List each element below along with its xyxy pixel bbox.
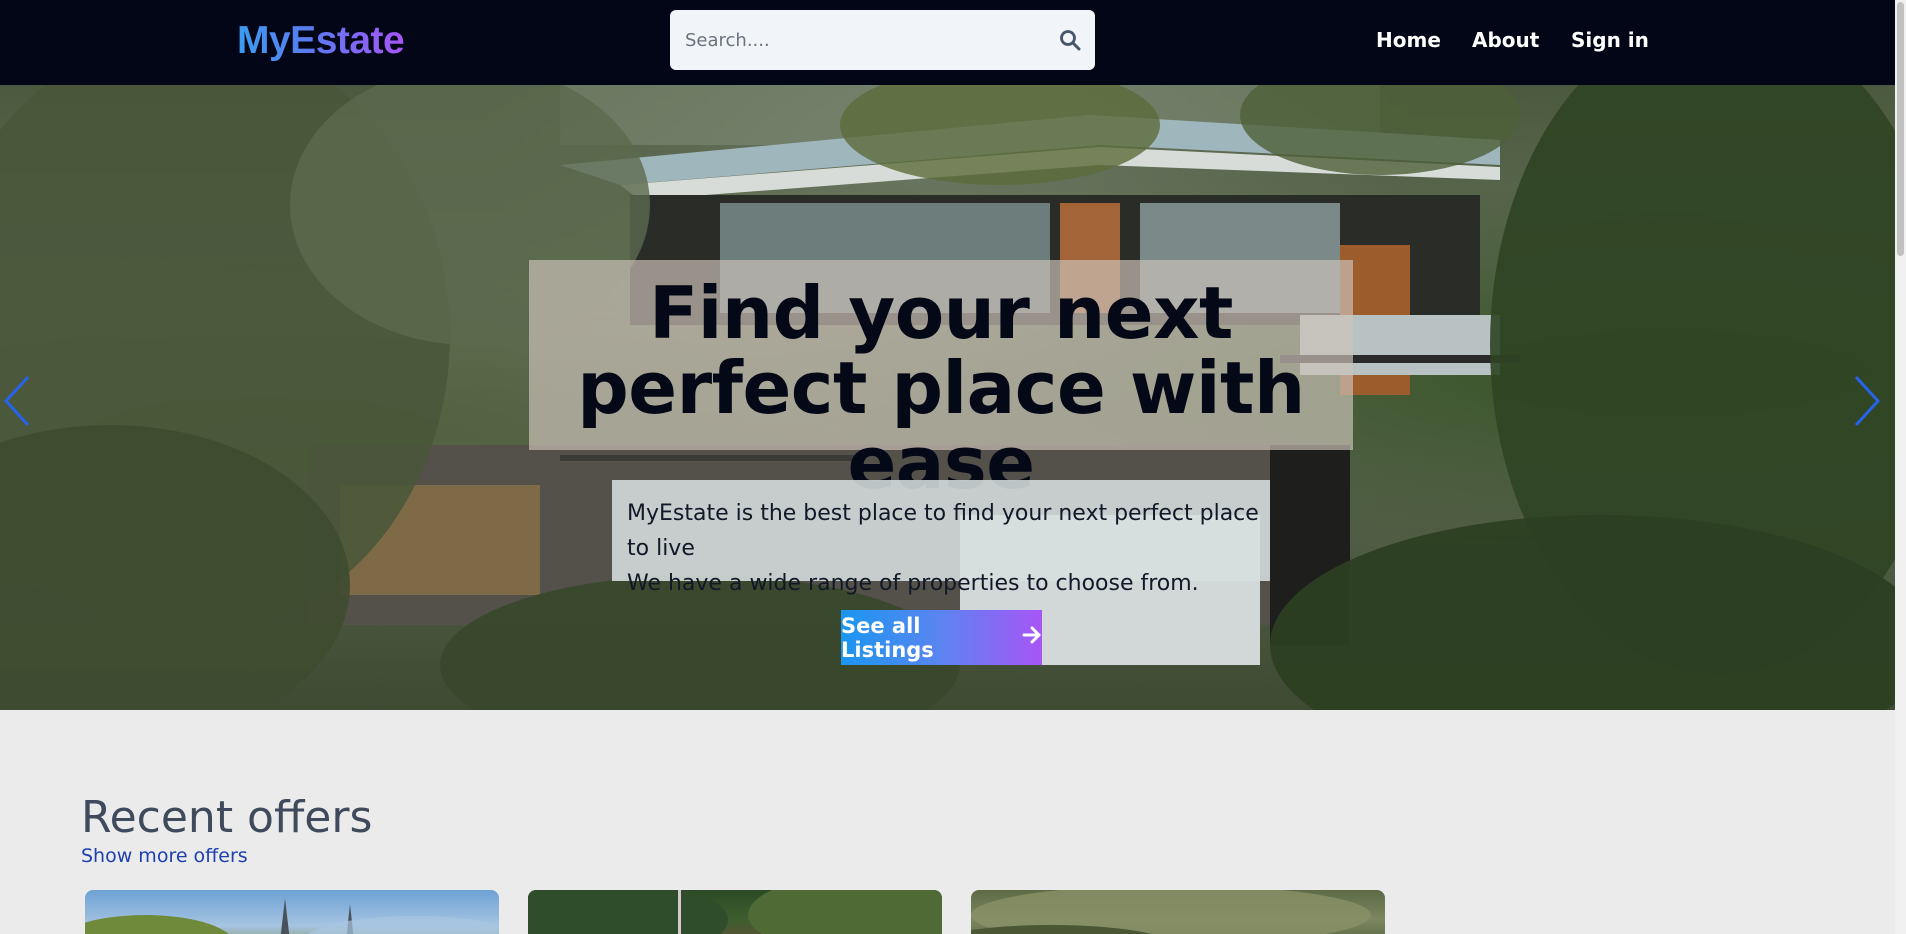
search-bar	[670, 10, 1095, 70]
search-icon[interactable]	[1059, 29, 1081, 51]
nav-about-link[interactable]: About	[1472, 28, 1539, 52]
hero-description-line-2: We have a wide range of properties to ch…	[627, 571, 1199, 596]
see-all-listings-label: See all Listings	[841, 613, 934, 662]
listing-card[interactable]	[971, 890, 1385, 934]
arrow-right-icon	[1022, 625, 1042, 650]
listing-card[interactable]	[85, 890, 499, 934]
hero-description: MyEstate is the best place to find your …	[627, 496, 1267, 601]
chevron-left-icon[interactable]	[2, 373, 34, 429]
hero-title: Find your next perfect place with ease	[577, 271, 1305, 505]
nav-home-link[interactable]: Home	[1376, 28, 1441, 52]
scrollbar-thumb[interactable]	[1897, 2, 1904, 256]
chevron-right-icon[interactable]	[1850, 373, 1882, 429]
recent-offers-title: Recent offers	[81, 792, 373, 843]
listing-image	[971, 890, 1371, 934]
see-all-listings-button[interactable]: See all Listings	[841, 610, 1042, 665]
listing-image	[528, 890, 942, 934]
show-more-offers-link[interactable]: Show more offers	[81, 845, 248, 867]
search-input[interactable]	[670, 10, 1040, 70]
logo[interactable]: MyEstate	[237, 19, 405, 63]
page-scrollbar[interactable]	[1895, 0, 1906, 934]
nav-sign-in-link[interactable]: Sign in	[1571, 28, 1649, 52]
hero-description-line-1: MyEstate is the best place to find your …	[627, 501, 1259, 561]
listing-card[interactable]	[528, 890, 942, 934]
listing-image	[85, 898, 499, 934]
site-header: MyEstate Home About Sign in	[0, 0, 1895, 85]
hero-slider: Find your next perfect place with ease M…	[0, 85, 1895, 710]
